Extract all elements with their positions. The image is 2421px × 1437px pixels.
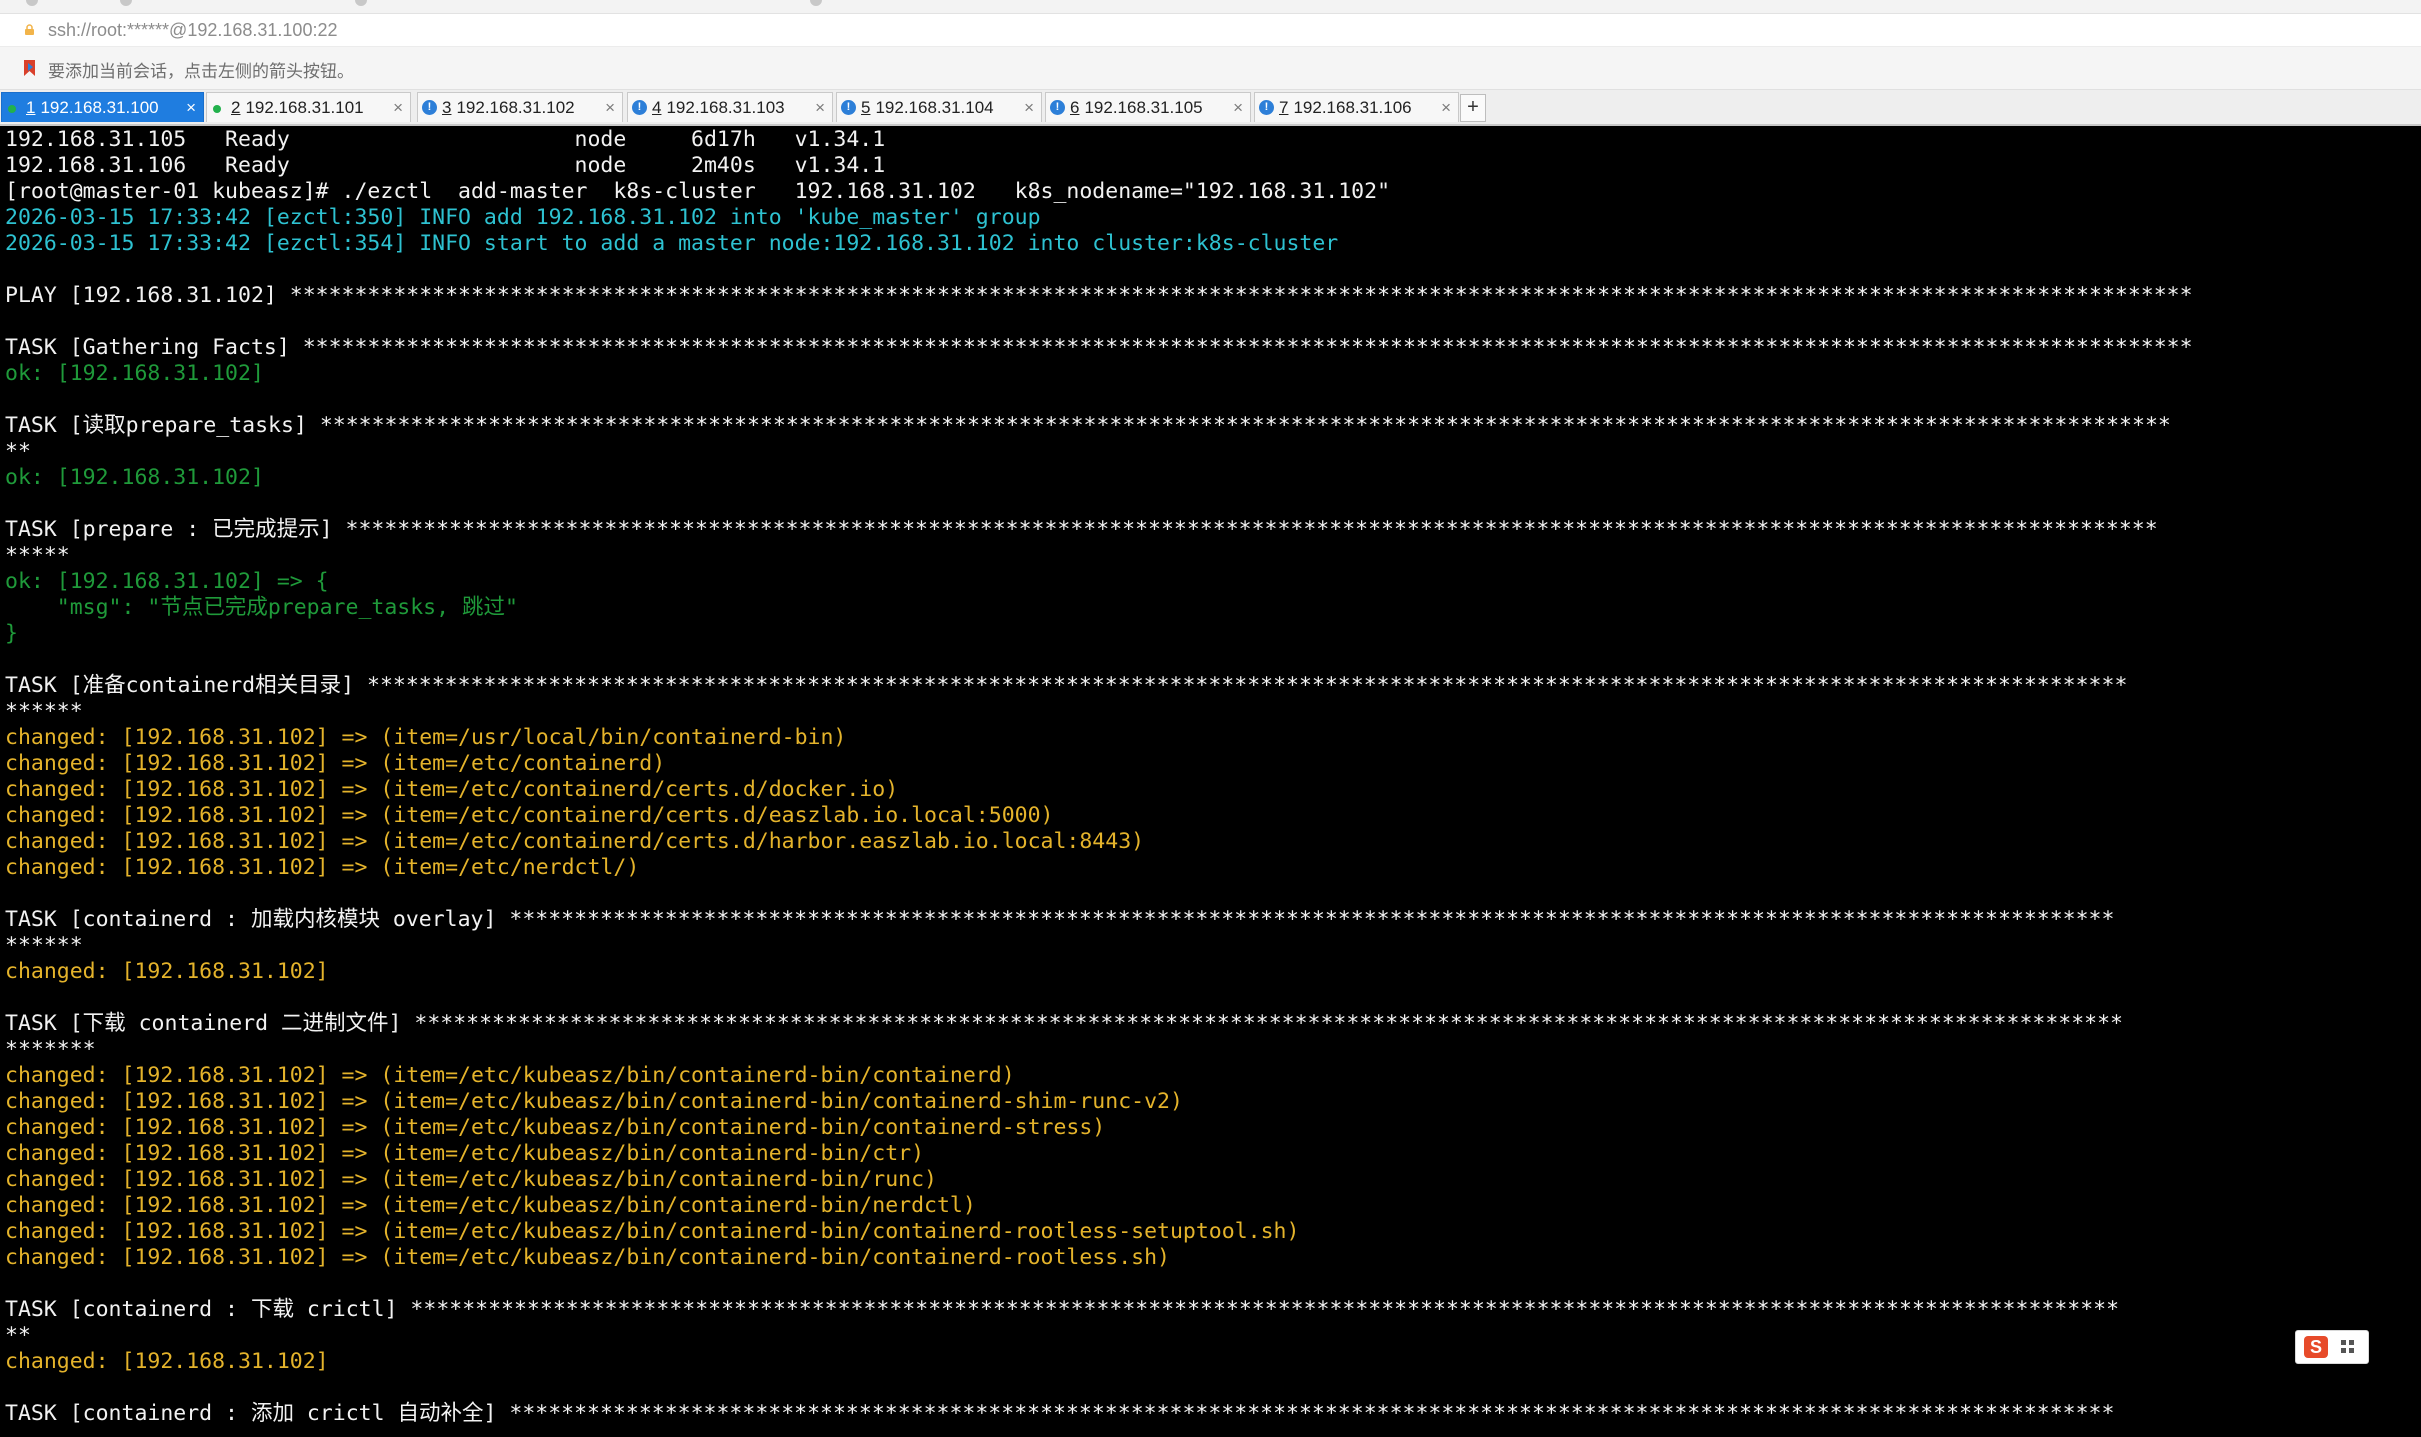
connected-status-icon (213, 105, 221, 113)
ime-logo: S (2304, 1336, 2328, 1358)
tab-label: 3 192.168.31.102 (442, 98, 575, 117)
tab-label: 7 192.168.31.106 (1279, 98, 1412, 117)
close-tab-icon[interactable]: × (815, 93, 825, 123)
terminal-line: PLAY [192.168.31.102] ******************… (5, 283, 2193, 308)
session-tab[interactable]: ! 3 192.168.31.102 × (417, 92, 623, 122)
session-tab[interactable]: 1 192.168.31.100 × (1, 92, 204, 122)
tab-label: 6 192.168.31.105 (1070, 98, 1203, 117)
input-method-widget[interactable]: S (2295, 1330, 2369, 1364)
toolbar-icon[interactable] (120, 0, 132, 6)
terminal-line: changed: [192.168.31.102] => (item=/etc/… (5, 829, 1145, 854)
terminal-line: changed: [192.168.31.102] => (item=/etc/… (5, 1089, 1183, 1114)
terminal-line: changed: [192.168.31.102] => (item=/etc/… (5, 803, 1054, 828)
toolbar-strip (0, 0, 2421, 14)
info-status-icon: ! (1050, 100, 1065, 115)
tab-label: 2 192.168.31.101 (231, 98, 364, 117)
terminal-line: TASK [Gathering Facts] *****************… (5, 335, 2193, 360)
terminal-line: TASK [准备containerd相关目录] ****************… (5, 673, 2128, 698)
terminal-line: "msg": "节点已完成prepare_tasks, 跳过" (5, 595, 518, 620)
terminal-line: ** (5, 1323, 31, 1348)
session-hint-bar: 要添加当前会话，点击左侧的箭头按钮。 (0, 47, 2421, 90)
hint-text: 要添加当前会话，点击左侧的箭头按钮。 (48, 62, 354, 82)
close-tab-icon[interactable]: × (605, 93, 615, 123)
terminal-line: 192.168.31.105 Ready node 6d17h v1.34.1 (5, 127, 886, 152)
close-tab-icon[interactable]: × (393, 93, 403, 123)
toolbar-icon[interactable] (810, 0, 822, 6)
terminal-line: ** (5, 439, 31, 464)
session-tab[interactable]: ! 4 192.168.31.103 × (627, 92, 833, 122)
tab-label: 4 192.168.31.103 (652, 98, 785, 117)
session-address[interactable]: ssh://root:******@192.168.31.100:22 (48, 20, 337, 41)
terminal-line: ****** (5, 933, 83, 958)
terminal-line: changed: [192.168.31.102] => (item=/etc/… (5, 1245, 1170, 1270)
terminal-line: ok: [192.168.31.102] => { (5, 569, 329, 594)
terminal-line: TASK [读取prepare_tasks] *****************… (5, 413, 2171, 438)
terminal-line: ****** (5, 699, 83, 724)
terminal-line: changed: [192.168.31.102] => (item=/etc/… (5, 1193, 976, 1218)
terminal-line: ***** (5, 543, 70, 568)
session-tab-bar: 1 192.168.31.100 × 2 192.168.31.101 × ! 31… (0, 90, 2421, 126)
close-tab-icon[interactable]: × (1233, 93, 1243, 123)
terminal-line: ok: [192.168.31.102] (5, 465, 264, 490)
close-tab-icon[interactable]: × (1441, 93, 1451, 123)
terminal-line: TASK [prepare : 已完成提示] *****************… (5, 517, 2158, 542)
terminal-line: ******* (5, 1037, 96, 1062)
terminal-line: changed: [192.168.31.102] => (item=/etc/… (5, 1141, 925, 1166)
address-bar[interactable]: ssh://root:******@192.168.31.100:22 (0, 14, 2421, 47)
info-status-icon: ! (632, 100, 647, 115)
session-tab[interactable]: ! 6 192.168.31.105 × (1045, 92, 1251, 122)
terminal-line: changed: [192.168.31.102] => (item=/etc/… (5, 1063, 1015, 1088)
tab-label: 1 192.168.31.100 (26, 98, 159, 117)
terminal-line: 2026-03-15 17:33:42 [ezctl:354] INFO sta… (5, 231, 1339, 256)
terminal-line: changed: [192.168.31.102] => (item=/usr/… (5, 725, 847, 750)
terminal-line: changed: [192.168.31.102] (5, 1349, 329, 1374)
terminal-line: ok: [192.168.31.102] (5, 361, 264, 386)
info-status-icon: ! (1259, 100, 1274, 115)
terminal-line: changed: [192.168.31.102] => (item=/etc/… (5, 777, 899, 802)
terminal-line: changed: [192.168.31.102] => (item=/etc/… (5, 855, 640, 880)
close-tab-icon[interactable]: × (1024, 93, 1034, 123)
add-tab-button[interactable]: + (1460, 94, 1486, 122)
terminal-line: } (5, 621, 18, 646)
info-status-icon: ! (841, 100, 856, 115)
terminal-line: changed: [192.168.31.102] => (item=/etc/… (5, 751, 666, 776)
terminal-output[interactable]: 192.168.31.105 Ready node 6d17h v1.34.1 1… (0, 126, 2421, 1437)
toolbar-icon[interactable] (355, 0, 367, 6)
terminal-line: [root@master-01 kubeasz]# ./ezctl add-ma… (5, 179, 1391, 204)
toolbar-icon[interactable] (26, 0, 38, 6)
terminal-line: changed: [192.168.31.102] (5, 959, 329, 984)
terminal-line: 192.168.31.106 Ready node 2m40s v1.34.1 (5, 153, 886, 178)
terminal-line: TASK [containerd : 加载内核模块 overlay] *****… (5, 907, 2115, 932)
lock-icon (25, 24, 34, 35)
bookmark-arrow-icon[interactable] (22, 58, 38, 78)
ssh-client-window: ssh://root:******@192.168.31.100:22 要添加当… (0, 0, 2421, 1437)
tab-label: 5 192.168.31.104 (861, 98, 994, 117)
info-status-icon: ! (422, 100, 437, 115)
terminal-line: changed: [192.168.31.102] => (item=/etc/… (5, 1219, 1300, 1244)
terminal-line: 2026-03-15 17:33:42 [ezctl:350] INFO add… (5, 205, 1041, 230)
terminal-line: TASK [containerd : 下载 crictl] **********… (5, 1297, 2120, 1322)
session-tab[interactable]: 2 192.168.31.101 × (206, 92, 411, 122)
terminal-line: changed: [192.168.31.102] => (item=/etc/… (5, 1115, 1106, 1140)
terminal-line: TASK [containerd : 添加 crictl 自动补全] *****… (5, 1401, 2115, 1426)
terminal-line: changed: [192.168.31.102] => (item=/etc/… (5, 1167, 937, 1192)
connected-status-icon (8, 105, 16, 113)
terminal-line: TASK [下载 containerd 二进制文件] *************… (5, 1011, 2124, 1036)
session-tab[interactable]: ! 7 192.168.31.106 × (1254, 92, 1459, 122)
ime-menu-icon[interactable] (2338, 1337, 2358, 1357)
session-tab[interactable]: ! 5 192.168.31.104 × (836, 92, 1042, 122)
close-tab-icon[interactable]: × (186, 93, 196, 123)
